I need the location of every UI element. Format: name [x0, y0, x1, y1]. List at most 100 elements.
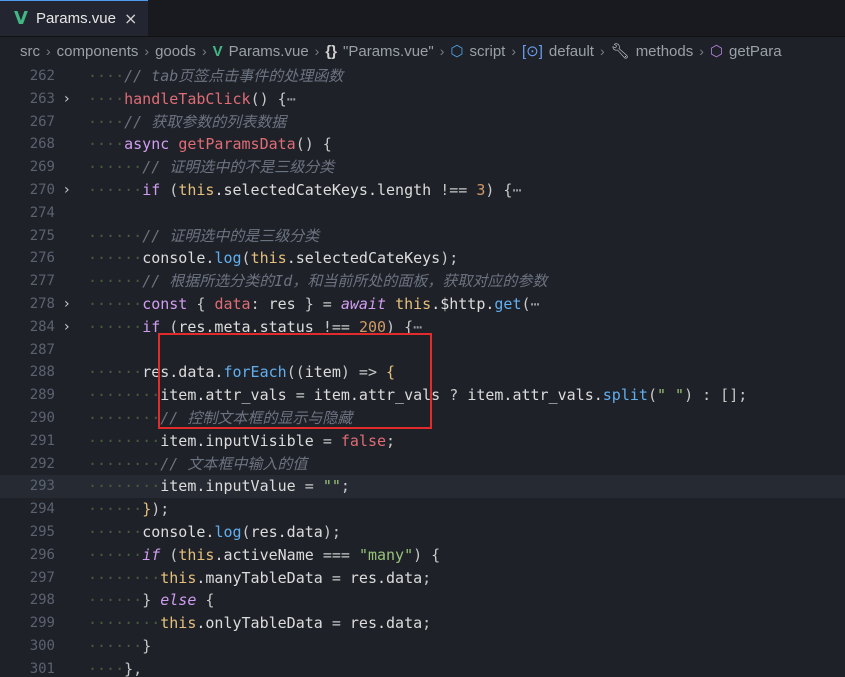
editor-tab-bar: V Params.vue × — [0, 0, 845, 37]
code-text: ····// 获取参数的列表数据 — [88, 111, 286, 134]
code-token: this — [178, 181, 215, 199]
code-token: ···· — [88, 659, 125, 677]
close-icon[interactable]: × — [124, 9, 137, 28]
line-number: 270 — [29, 182, 55, 198]
chevron-right-icon: › — [46, 43, 51, 59]
line-number: 297 — [29, 569, 55, 586]
code-token: console. — [142, 249, 215, 268]
code-token: if — [142, 545, 170, 564]
code-token: }, — [124, 659, 143, 677]
code-token: res.data — [349, 568, 423, 587]
breadcrumb-script[interactable]: script — [470, 43, 506, 60]
code-token: ( — [169, 545, 179, 564]
fold-chevron-icon[interactable]: › — [64, 316, 70, 339]
code-token: // 证明选中的是三级分类 — [142, 226, 320, 245]
code-token: ? — [449, 386, 468, 405]
code-token: ( — [169, 181, 179, 199]
code-token: async — [124, 135, 179, 154]
chevron-right-icon: › — [439, 43, 445, 59]
wrench-icon: 🔧︎ — [610, 43, 630, 60]
code-line[interactable]: 300 ······} — [0, 635, 845, 658]
line-number: 276 — [29, 250, 55, 267]
code-line[interactable]: 267 ····// 获取参数的列表数据 — [0, 111, 845, 134]
code-token: const — [142, 295, 197, 313]
code-token: // 文本框中输入的值 — [160, 454, 308, 473]
code-token: else — [160, 591, 206, 610]
code-line[interactable]: 298 ······} else { — [0, 589, 845, 612]
tab-params-vue[interactable]: V Params.vue × — [0, 0, 148, 36]
line-number: 268 — [29, 136, 55, 153]
code-token: .activeName — [214, 545, 323, 564]
code-token: this — [160, 614, 197, 633]
line-number: 275 — [29, 227, 55, 244]
code-token: handleTabClick — [124, 89, 251, 108]
code-line[interactable]: 263 › ····handleTabClick() {⋯ — [0, 88, 845, 111]
code-token: // 获取参数的列表数据 — [124, 112, 287, 131]
line-number: 294 — [29, 501, 55, 518]
code-token: ······ — [88, 523, 143, 541]
code-line[interactable]: 268 ····async getParamsData() { — [0, 133, 845, 156]
line-number: 289 — [29, 387, 55, 404]
code-line[interactable]: 277 ······// 根据所选分类的Id，和当前所处的面板，获取对应的参数 — [0, 270, 845, 293]
code-line[interactable]: 301 ····}, — [0, 658, 845, 677]
code-line[interactable]: 292 ········// 文本框中输入的值 — [0, 453, 845, 476]
breadcrumb-default[interactable]: default — [549, 43, 594, 60]
code-line[interactable]: 295 ······console.log(res.data); — [0, 521, 845, 544]
code-token: ⋯ — [530, 295, 540, 313]
code-line[interactable]: 299 ········this.onlyTableData = res.data… — [0, 612, 845, 635]
code-text: ····}, — [88, 658, 142, 677]
code-line[interactable]: 275 ······// 证明选中的是三级分类 — [0, 225, 845, 248]
fold-chevron-icon[interactable]: › — [64, 179, 70, 202]
code-text: ····async getParamsData() { — [88, 133, 332, 156]
code-token: ) { — [485, 181, 513, 199]
breadcrumb-getparamsdata[interactable]: getPara — [729, 43, 782, 60]
code-token: log — [214, 249, 242, 268]
breadcrumb-goods[interactable]: goods — [155, 43, 196, 60]
breadcrumb-src[interactable]: src — [20, 43, 40, 60]
code-line[interactable]: 291 ········item.inputVisible = false; — [0, 430, 845, 453]
line-number: 277 — [29, 273, 55, 290]
code-line[interactable]: 276 ······console.log(this.selectedCateKe… — [0, 247, 845, 270]
code-line[interactable]: 274 — [0, 202, 845, 225]
line-number: 278 — [29, 296, 55, 312]
code-line[interactable]: 269 ······// 证明选中的不是三级分类 — [0, 156, 845, 179]
breadcrumb-file[interactable]: Params.vue — [229, 43, 309, 60]
code-text: ······// 证明选中的是三级分类 — [88, 225, 319, 248]
code-token: ( — [241, 523, 251, 541]
fold-chevron-icon[interactable]: › — [64, 88, 70, 111]
code-line[interactable]: 296 ······if (this.activeName === "many")… — [0, 544, 845, 567]
code-line[interactable]: 294 ······}); — [0, 498, 845, 521]
chevron-right-icon: › — [144, 43, 150, 59]
code-token: ···· — [88, 67, 125, 85]
code-line[interactable]: 270 › ······if (this.selectedCateKeys.leng… — [0, 179, 845, 202]
code-text: ········item.inputValue = ""; — [88, 475, 350, 498]
chevron-right-icon: › — [201, 43, 207, 59]
code-token: " " — [656, 386, 685, 405]
code-line[interactable]: 297 ········this.manyTableData = res.data… — [0, 567, 845, 590]
code-token: ······ — [88, 249, 143, 268]
code-line[interactable]: 278 › ······const { data: res } = await th… — [0, 293, 845, 316]
breadcrumb-methods[interactable]: methods — [636, 43, 694, 60]
breadcrumb: src › components › goods › V Params.vue … — [0, 37, 845, 65]
breadcrumb-components[interactable]: components — [57, 43, 139, 60]
code-token: ) { — [413, 545, 441, 564]
line-number: 287 — [29, 341, 55, 358]
line-number: 300 — [29, 638, 55, 654]
code-token: .selectedCateKeys — [286, 249, 441, 268]
code-line[interactable]: 262 ····// tab页签点击事件的处理函数 — [0, 65, 845, 88]
breadcrumb-module[interactable]: "Params.vue" — [343, 43, 434, 60]
code-token: item.attr_vals. — [467, 386, 603, 405]
fold-chevron-icon[interactable]: › — [64, 293, 70, 316]
chevron-right-icon: › — [314, 43, 320, 59]
code-token: ······ — [88, 181, 143, 199]
line-number: 262 — [29, 68, 55, 84]
code-token: .onlyTableData — [196, 614, 332, 633]
code-text: ······} — [88, 635, 151, 658]
line-number: 284 — [29, 318, 55, 335]
code-text: ······}); — [88, 498, 169, 521]
code-token: console. — [142, 523, 215, 541]
line-number: 267 — [29, 113, 55, 130]
code-line[interactable]: 293 ········item.inputValue = ""; — [0, 475, 845, 499]
line-number: 290 — [29, 410, 55, 426]
code-token: ⋯ — [512, 181, 522, 199]
